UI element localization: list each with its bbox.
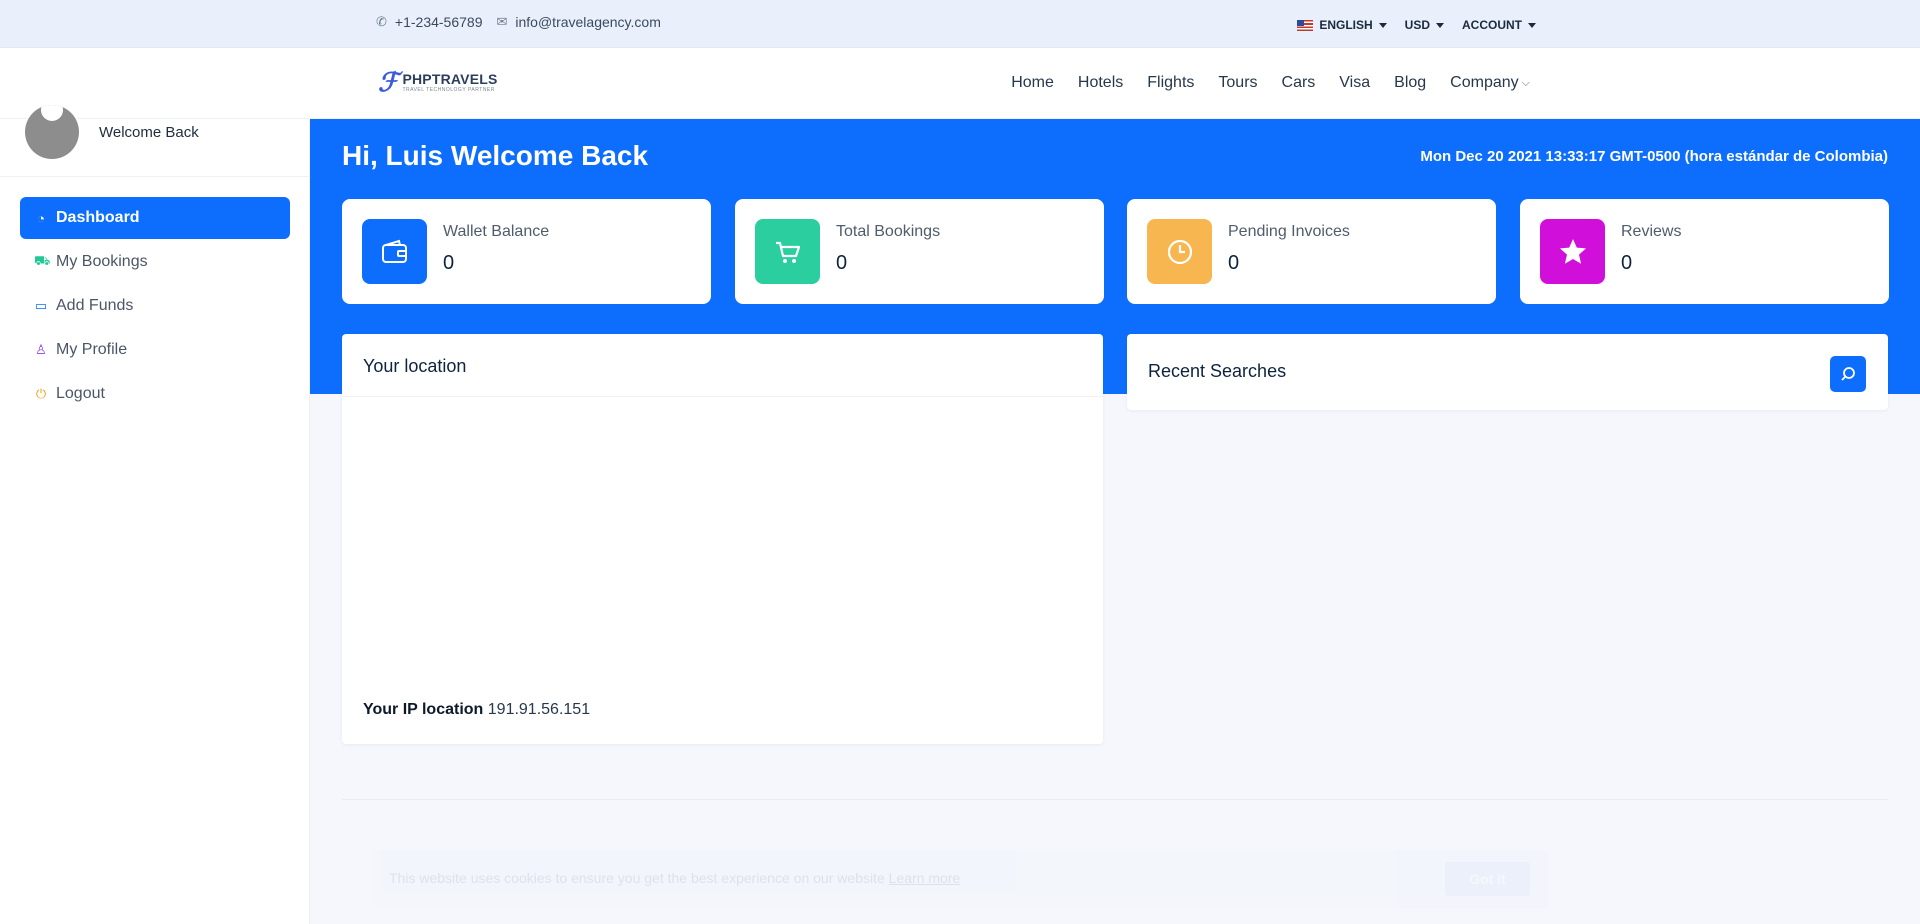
caret-down-icon bbox=[1378, 22, 1387, 28]
sidebar-item-label: My Bookings bbox=[56, 253, 148, 270]
search-button[interactable] bbox=[1830, 356, 1866, 392]
stat-label: Wallet Balance bbox=[443, 223, 550, 240]
stat-label: Pending Invoices bbox=[1228, 223, 1350, 240]
current-datetime: Mon Dec 20 2021 13:33:17 GMT-0500 (hora … bbox=[1420, 148, 1888, 165]
sidebar-item-label: Add Funds bbox=[56, 297, 134, 314]
user-icon: ♙ bbox=[35, 342, 47, 357]
nav-hotels[interactable]: Hotels bbox=[1078, 74, 1123, 92]
language-label: ENGLISH bbox=[1319, 18, 1373, 32]
nav-flights[interactable]: Flights bbox=[1147, 74, 1194, 92]
logo-brand: PHPTRAVELS bbox=[402, 71, 498, 87]
page-title: Hi, Luis Welcome Back bbox=[342, 140, 649, 171]
currency-label: USD bbox=[1404, 18, 1430, 32]
main-header: ℱ PHPTRAVELS TRAVEL TECHNOLOGY PARTNER H… bbox=[0, 48, 1920, 119]
nav-visa[interactable]: Visa bbox=[1339, 74, 1370, 92]
avatar bbox=[25, 105, 79, 159]
location-title: Your location bbox=[342, 334, 1103, 397]
top-dropdowns: ENGLISH USD ACCOUNT bbox=[1297, 18, 1536, 32]
logo-mark-icon: ℱ bbox=[378, 67, 399, 97]
power-icon: ⏻ bbox=[35, 386, 47, 401]
cart-icon bbox=[755, 219, 820, 284]
email-link[interactable]: ✉ info@travelagency.com bbox=[496, 14, 660, 30]
recent-searches-title: Recent Searches bbox=[1148, 361, 1287, 381]
sidebar-item-my-bookings[interactable]: ⛟ My Bookings bbox=[20, 241, 290, 283]
learn-more-link[interactable]: Learn more bbox=[889, 870, 961, 886]
search-icon bbox=[1841, 367, 1855, 381]
cookie-consent-bar: This website uses cookies to ensure you … bbox=[373, 850, 1548, 908]
nav-cars[interactable]: Cars bbox=[1282, 74, 1316, 92]
sidebar: Welcome Back ◔ Dashboard ⛟ My Bookings ▭… bbox=[0, 105, 310, 924]
ip-label: Your IP location bbox=[363, 701, 484, 718]
envelope-icon: ✉ bbox=[496, 14, 508, 29]
wallet-icon: ▭ bbox=[34, 298, 48, 313]
sidebar-item-my-profile[interactable]: ♙ My Profile bbox=[20, 329, 290, 371]
main-nav: Home Hotels Flights Tours Cars Visa Blog… bbox=[1011, 74, 1530, 92]
stat-value: 0 bbox=[443, 252, 455, 274]
dashboard-icon: ◔ bbox=[37, 210, 45, 226]
divider bbox=[342, 799, 1888, 800]
site-logo[interactable]: ℱ PHPTRAVELS TRAVEL TECHNOLOGY PARTNER bbox=[378, 69, 498, 95]
sidebar-item-dashboard[interactable]: ◔ Dashboard bbox=[20, 197, 290, 239]
clock-icon bbox=[1147, 219, 1212, 284]
email-text: info@travelagency.com bbox=[515, 14, 661, 30]
sidebar-item-label: Dashboard bbox=[56, 209, 140, 226]
ip-location: Your IP location 191.91.56.151 bbox=[363, 701, 590, 719]
stat-card-bookings: Total Bookings 0 bbox=[735, 199, 1104, 304]
stat-card-wallet: Wallet Balance 0 bbox=[342, 199, 711, 304]
sidebar-item-label: My Profile bbox=[56, 341, 128, 358]
stat-label: Total Bookings bbox=[836, 223, 941, 240]
got-it-button[interactable]: Got it bbox=[1445, 862, 1530, 896]
ip-value: 191.91.56.151 bbox=[487, 701, 591, 718]
sidebar-menu: ◔ Dashboard ⛟ My Bookings ▭ Add Funds ♙ … bbox=[20, 197, 290, 417]
nav-home[interactable]: Home bbox=[1011, 74, 1054, 92]
cart-icon: ⛟ bbox=[34, 253, 51, 268]
phone-text: +1-234-56789 bbox=[394, 14, 483, 30]
sidebar-profile: Welcome Back bbox=[0, 105, 310, 177]
caret-down-icon bbox=[1528, 22, 1536, 28]
stat-card-reviews: Reviews 0 bbox=[1520, 199, 1889, 304]
contact-info: ✆ +1-234-56789 ✉ info@travelagency.com bbox=[376, 14, 661, 30]
stat-value: 0 bbox=[836, 252, 848, 274]
us-flag-icon bbox=[1297, 19, 1314, 31]
logo-tagline: TRAVEL TECHNOLOGY PARTNER bbox=[402, 87, 495, 93]
star-icon bbox=[1540, 219, 1605, 284]
chevron-down-icon: ⌵ bbox=[1521, 76, 1530, 89]
sidebar-item-label: Logout bbox=[56, 385, 105, 402]
nav-company-label: Company bbox=[1450, 74, 1519, 91]
phone-link[interactable]: ✆ +1-234-56789 bbox=[376, 14, 482, 30]
nav-tours[interactable]: Tours bbox=[1218, 74, 1257, 92]
stat-label: Reviews bbox=[1621, 223, 1682, 240]
account-dropdown[interactable]: ACCOUNT bbox=[1462, 18, 1536, 32]
stat-card-invoices: Pending Invoices 0 bbox=[1127, 199, 1496, 304]
nav-company[interactable]: Company ⌵ bbox=[1450, 74, 1530, 92]
sidebar-item-logout[interactable]: ⏻ Logout bbox=[20, 373, 290, 415]
stat-value: 0 bbox=[1621, 252, 1633, 274]
account-label: ACCOUNT bbox=[1462, 18, 1522, 32]
nav-blog[interactable]: Blog bbox=[1394, 74, 1426, 92]
currency-dropdown[interactable]: USD bbox=[1405, 18, 1444, 32]
stat-value: 0 bbox=[1228, 252, 1240, 274]
language-dropdown[interactable]: ENGLISH bbox=[1297, 18, 1387, 32]
top-bar: ✆ +1-234-56789 ✉ info@travelagency.com E… bbox=[0, 0, 1920, 48]
location-panel: Your location Your IP location 191.91.56… bbox=[342, 334, 1103, 744]
sidebar-item-add-funds[interactable]: ▭ Add Funds bbox=[20, 285, 290, 327]
cookie-message: This website uses cookies to ensure you … bbox=[389, 870, 960, 886]
welcome-text: Welcome Back bbox=[99, 124, 199, 141]
phone-icon: ✆ bbox=[376, 14, 387, 29]
recent-searches-panel: Recent Searches bbox=[1127, 334, 1888, 410]
caret-down-icon bbox=[1436, 22, 1444, 28]
cookie-text: This website uses cookies to ensure you … bbox=[389, 870, 885, 886]
wallet-icon bbox=[362, 219, 427, 284]
